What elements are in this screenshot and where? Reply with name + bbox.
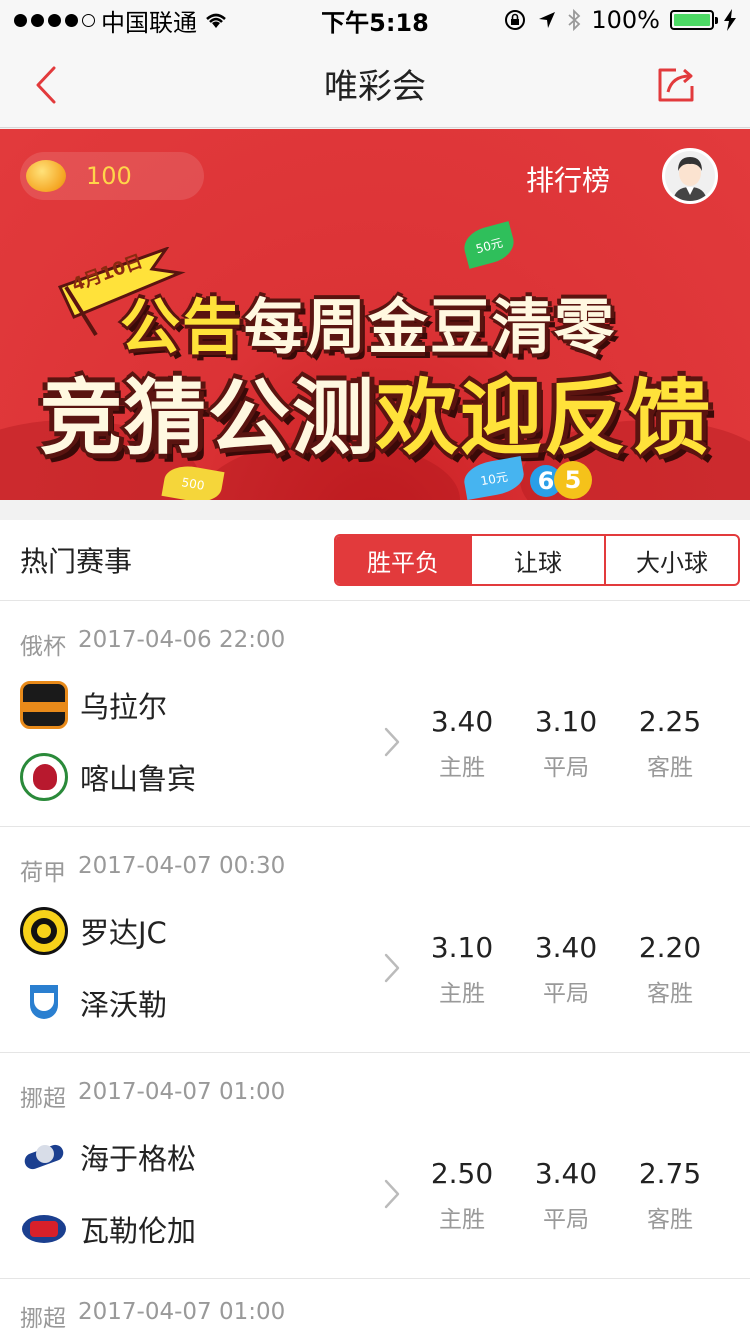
- battery-percent: 100%: [591, 6, 660, 34]
- team-logo-zwolle: [20, 979, 68, 1027]
- odds-draw[interactable]: 3.40 平局: [514, 1157, 618, 1234]
- home-team-name: 罗达JC: [80, 916, 167, 950]
- away-team-name: 喀山鲁宾: [80, 762, 197, 796]
- tab-handicap[interactable]: 让球: [470, 536, 604, 584]
- odds-label: 客胜: [647, 755, 693, 781]
- match-datetime: 2017-04-07 01:00: [78, 1079, 286, 1105]
- team-logo-roda-jc: [20, 907, 68, 955]
- league-label: 荷甲: [20, 860, 66, 886]
- bluetooth-icon: [568, 8, 581, 32]
- promo-banner[interactable]: 100 排行榜 4月10日 50元 公告每周金豆清零 竞猜公测欢迎反馈 500 …: [0, 129, 750, 500]
- orientation-lock-icon: [505, 10, 526, 30]
- avatar-icon: [665, 151, 715, 201]
- ball-6-label: 6: [537, 467, 555, 495]
- leaderboard-link[interactable]: 排行榜: [526, 159, 610, 199]
- odds-label: 主胜: [439, 755, 485, 781]
- odds-value: 2.20: [638, 931, 702, 964]
- status-bar: 中国联通 下午5:18 100%: [0, 0, 750, 40]
- match-row[interactable]: 挪超 2017-04-07 01:00 海于格松 瓦勒伦加 2.50 主胜 3.4…: [0, 1053, 750, 1279]
- odds-value: 3.10: [534, 705, 598, 738]
- charging-bolt-icon: [724, 9, 736, 31]
- team-logo-rubin: [20, 753, 68, 801]
- user-avatar[interactable]: [662, 148, 718, 204]
- gold-bean-count: 100: [86, 162, 132, 190]
- tab-over-under[interactable]: 大小球: [604, 536, 738, 584]
- league-label: 挪超: [20, 1306, 66, 1332]
- odds-label: 主胜: [439, 1207, 485, 1233]
- hot-matches-section: 热门赛事 胜平负 让球 大小球 俄杯 2017-04-06 22:00 乌拉尔 …: [0, 520, 750, 1334]
- bet-type-tabs: 胜平负 让球 大小球: [334, 534, 740, 586]
- league-label: 挪超: [20, 1086, 66, 1112]
- league-label: 俄杯: [20, 634, 66, 660]
- tab-win-draw-lose[interactable]: 胜平负: [336, 536, 470, 584]
- coupon-500-label: 500: [180, 475, 206, 493]
- ball-5-icon: 5: [554, 461, 592, 499]
- match-datetime: 2017-04-07 00:30: [78, 853, 286, 879]
- chevron-right-icon: [384, 1179, 400, 1209]
- gold-bean-icon: [26, 160, 66, 192]
- team-logo-ural: [20, 681, 68, 729]
- section-title: 热门赛事: [20, 545, 133, 578]
- share-icon[interactable]: [654, 62, 698, 106]
- odds-label: 客胜: [647, 981, 693, 1007]
- home-team-name: 海于格松: [80, 1142, 197, 1176]
- odds-value: 2.25: [638, 705, 702, 738]
- odds-home-win[interactable]: 3.10 主胜: [410, 931, 514, 1008]
- odds-label: 客胜: [647, 1207, 693, 1233]
- coupon-50-icon: 50元: [460, 221, 518, 269]
- chevron-right-icon: [384, 953, 400, 983]
- coupon-10-label: 10元: [479, 469, 509, 488]
- odds-home-win[interactable]: 3.40 主胜: [410, 705, 514, 782]
- team-logo-valerenga: [20, 1205, 68, 1253]
- odds-label: 平局: [543, 1207, 589, 1233]
- match-datetime: 2017-04-07 01:00: [78, 1299, 286, 1325]
- match-row[interactable]: 俄杯 2017-04-06 22:00 乌拉尔 喀山鲁宾 3.40 主胜 3.10…: [0, 601, 750, 827]
- carrier-label: 中国联通: [101, 8, 197, 37]
- headline-2-highlight: 欢迎反馈: [376, 371, 713, 466]
- away-team-name: 泽沃勒: [80, 988, 168, 1022]
- odds-value: 2.50: [430, 1157, 494, 1190]
- page-title: 唯彩会: [324, 67, 426, 107]
- odds-draw[interactable]: 3.40 平局: [514, 931, 618, 1008]
- odds-value: 3.40: [534, 931, 598, 964]
- team-logo-haugesund: [20, 1133, 68, 1181]
- headline-2-text: 竞猜公测: [40, 371, 377, 466]
- odds-away-win[interactable]: 2.20 客胜: [618, 931, 722, 1008]
- odds-away-win[interactable]: 2.75 客胜: [618, 1157, 722, 1234]
- ball-5-label: 5: [564, 466, 582, 494]
- odds-label: 平局: [543, 755, 589, 781]
- odds-label: 主胜: [439, 981, 485, 1007]
- gold-bean-balance[interactable]: 100: [20, 152, 204, 200]
- match-row[interactable]: 荷甲 2017-04-07 00:30 罗达JC 泽沃勒 3.10 主胜 3.40…: [0, 827, 750, 1053]
- odds-value: 3.40: [534, 1157, 598, 1190]
- location-arrow-icon: [539, 12, 556, 28]
- odds-value: 3.40: [430, 705, 494, 738]
- hot-matches-header: 热门赛事 胜平负 让球 大小球: [0, 520, 750, 601]
- odds-home-win[interactable]: 2.50 主胜: [410, 1157, 514, 1234]
- back-chevron-icon[interactable]: [24, 60, 74, 110]
- coupon-50-label: 50元: [474, 235, 505, 256]
- signal-strength-icon: [14, 13, 95, 27]
- odds-value: 2.75: [638, 1157, 702, 1190]
- odds-away-win[interactable]: 2.25 客胜: [618, 705, 722, 782]
- battery-icon: [670, 10, 718, 30]
- home-team-name: 乌拉尔: [80, 690, 168, 724]
- match-row[interactable]: 挪超 2017-04-07 01:00: [0, 1279, 750, 1334]
- match-datetime: 2017-04-06 22:00: [78, 627, 286, 653]
- wifi-icon: [206, 13, 226, 28]
- away-team-name: 瓦勒伦加: [80, 1214, 197, 1248]
- odds-draw[interactable]: 3.10 平局: [514, 705, 618, 782]
- chevron-right-icon: [384, 727, 400, 757]
- odds-value: 3.10: [430, 931, 494, 964]
- odds-label: 平局: [543, 981, 589, 1007]
- headline-line-2: 竞猜公测欢迎反馈: [40, 351, 712, 470]
- navigation-bar: 唯彩会: [0, 40, 750, 128]
